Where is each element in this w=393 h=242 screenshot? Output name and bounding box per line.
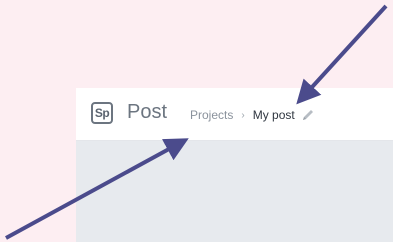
top-bar: Sp Post Projects › My post [76, 88, 393, 141]
breadcrumb-projects-link[interactable]: Projects [190, 108, 233, 122]
app-name[interactable]: Post [127, 101, 167, 124]
breadcrumb-separator-icon: › [241, 109, 245, 121]
breadcrumb-current-project[interactable]: My post [253, 108, 295, 122]
pencil-icon[interactable] [301, 108, 315, 122]
app-window: Sp Post Projects › My post [76, 88, 393, 242]
editor-canvas [76, 141, 393, 242]
breadcrumb: Projects › My post [190, 107, 315, 123]
arrow-to-title [296, 4, 388, 105]
spark-logo-icon[interactable]: Sp [91, 102, 113, 124]
